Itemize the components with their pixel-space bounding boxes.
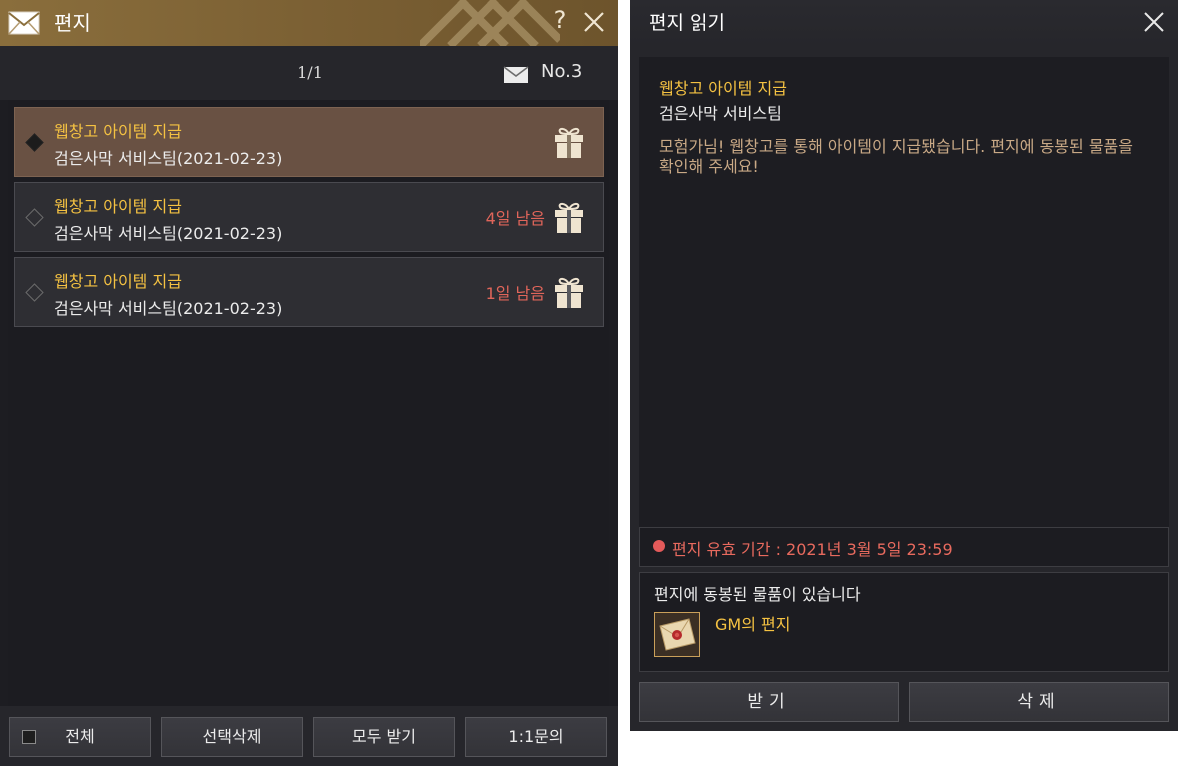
mailbox-title: 편지 bbox=[54, 11, 91, 35]
mailbox-footer: 전체 선택삭제 모두 받기 1:1문의 bbox=[0, 706, 618, 766]
validity-text: 편지 유효 기간 : 2021년 3월 5일 23:59 bbox=[672, 540, 953, 559]
mail-remaining: 4일 남음 bbox=[485, 209, 545, 228]
delete-selected-button[interactable]: 선택삭제 bbox=[161, 717, 303, 757]
header-decoration bbox=[420, 0, 560, 46]
mail-subject: 웹창고 아이템 지급 bbox=[54, 122, 182, 141]
close-icon[interactable] bbox=[1144, 11, 1164, 33]
attachment-box: 편지에 동봉된 물품이 있습니다 GM의 편지 bbox=[639, 572, 1169, 672]
warning-dot-icon bbox=[653, 540, 665, 552]
delete-button[interactable]: 삭제 bbox=[909, 682, 1169, 722]
select-diamond-icon[interactable] bbox=[25, 133, 44, 152]
mail-reader-window: 편지 읽기 웹창고 아이템 지급 검은사막 서비스팀 모험가님! 웹창고를 통해… bbox=[630, 0, 1178, 731]
select-all-label: 전체 bbox=[65, 727, 95, 746]
reader-title: 편지 읽기 bbox=[649, 12, 725, 34]
close-icon[interactable] bbox=[583, 11, 605, 33]
reader-subject: 웹창고 아이템 지급 bbox=[659, 79, 787, 98]
select-all-checkbox[interactable] bbox=[22, 730, 36, 744]
mail-list: 웹창고 아이템 지급 검은사막 서비스팀(2021-02-23) 웹창고 아이템… bbox=[8, 100, 609, 706]
inquiry-button[interactable]: 1:1문의 bbox=[465, 717, 607, 757]
mail-subject: 웹창고 아이템 지급 bbox=[54, 272, 182, 291]
mail-sender: 검은사막 서비스팀(2021-02-23) bbox=[54, 149, 283, 168]
mail-count-icon bbox=[503, 66, 529, 83]
select-diamond-icon[interactable] bbox=[25, 283, 44, 302]
screen: 편지 ? 1/1 No.3 웹창고 아이템 지급 검은사막 서비스팀(2021-… bbox=[0, 0, 1178, 766]
mailbox-subheader: 1/1 No.3 bbox=[0, 46, 618, 100]
mail-subject: 웹창고 아이템 지급 bbox=[54, 197, 182, 216]
reader-sender: 검은사막 서비스팀 bbox=[659, 104, 782, 123]
mail-sender: 검은사막 서비스팀(2021-02-23) bbox=[54, 299, 283, 318]
reader-message: 모험가님! 웹창고를 통해 아이템이 지급됐습니다. 편지에 동봉된 물품을 확… bbox=[659, 137, 1133, 176]
mail-remaining: 1일 남음 bbox=[485, 284, 545, 303]
mail-list-item[interactable]: 웹창고 아이템 지급 검은사막 서비스팀(2021-02-23) 1일 남음 bbox=[14, 257, 604, 327]
mail-list-item[interactable]: 웹창고 아이템 지급 검은사막 서비스팀(2021-02-23) 4일 남음 bbox=[14, 182, 604, 252]
mail-icon bbox=[8, 11, 40, 35]
mail-content: 웹창고 아이템 지급 검은사막 서비스팀 모험가님! 웹창고를 통해 아이템이 … bbox=[639, 57, 1169, 527]
gift-icon bbox=[555, 202, 583, 233]
mail-count: No.3 bbox=[541, 61, 583, 82]
select-all-button[interactable]: 전체 bbox=[9, 717, 151, 757]
attachment-item-slot[interactable] bbox=[654, 612, 700, 657]
help-icon[interactable]: ? bbox=[548, 6, 572, 36]
gift-icon bbox=[555, 127, 583, 158]
attachment-item-name: GM의 편지 bbox=[715, 615, 791, 634]
mail-sender: 검은사막 서비스팀(2021-02-23) bbox=[54, 224, 283, 243]
select-diamond-icon[interactable] bbox=[25, 208, 44, 227]
sealed-letter-icon bbox=[655, 613, 699, 656]
reader-header: 편지 읽기 bbox=[630, 0, 1178, 46]
receive-button[interactable]: 받기 bbox=[639, 682, 899, 722]
page-indicator: 1/1 bbox=[297, 63, 323, 82]
mail-list-item[interactable]: 웹창고 아이템 지급 검은사막 서비스팀(2021-02-23) bbox=[14, 107, 604, 177]
mailbox-window: 편지 ? 1/1 No.3 웹창고 아이템 지급 검은사막 서비스팀(2021-… bbox=[0, 0, 618, 766]
mailbox-header: 편지 ? bbox=[0, 0, 618, 46]
attachment-header: 편지에 동봉된 물품이 있습니다 bbox=[654, 585, 861, 604]
receive-all-button[interactable]: 모두 받기 bbox=[313, 717, 455, 757]
gift-icon bbox=[555, 277, 583, 308]
validity-bar: 편지 유효 기간 : 2021년 3월 5일 23:59 bbox=[639, 527, 1169, 567]
